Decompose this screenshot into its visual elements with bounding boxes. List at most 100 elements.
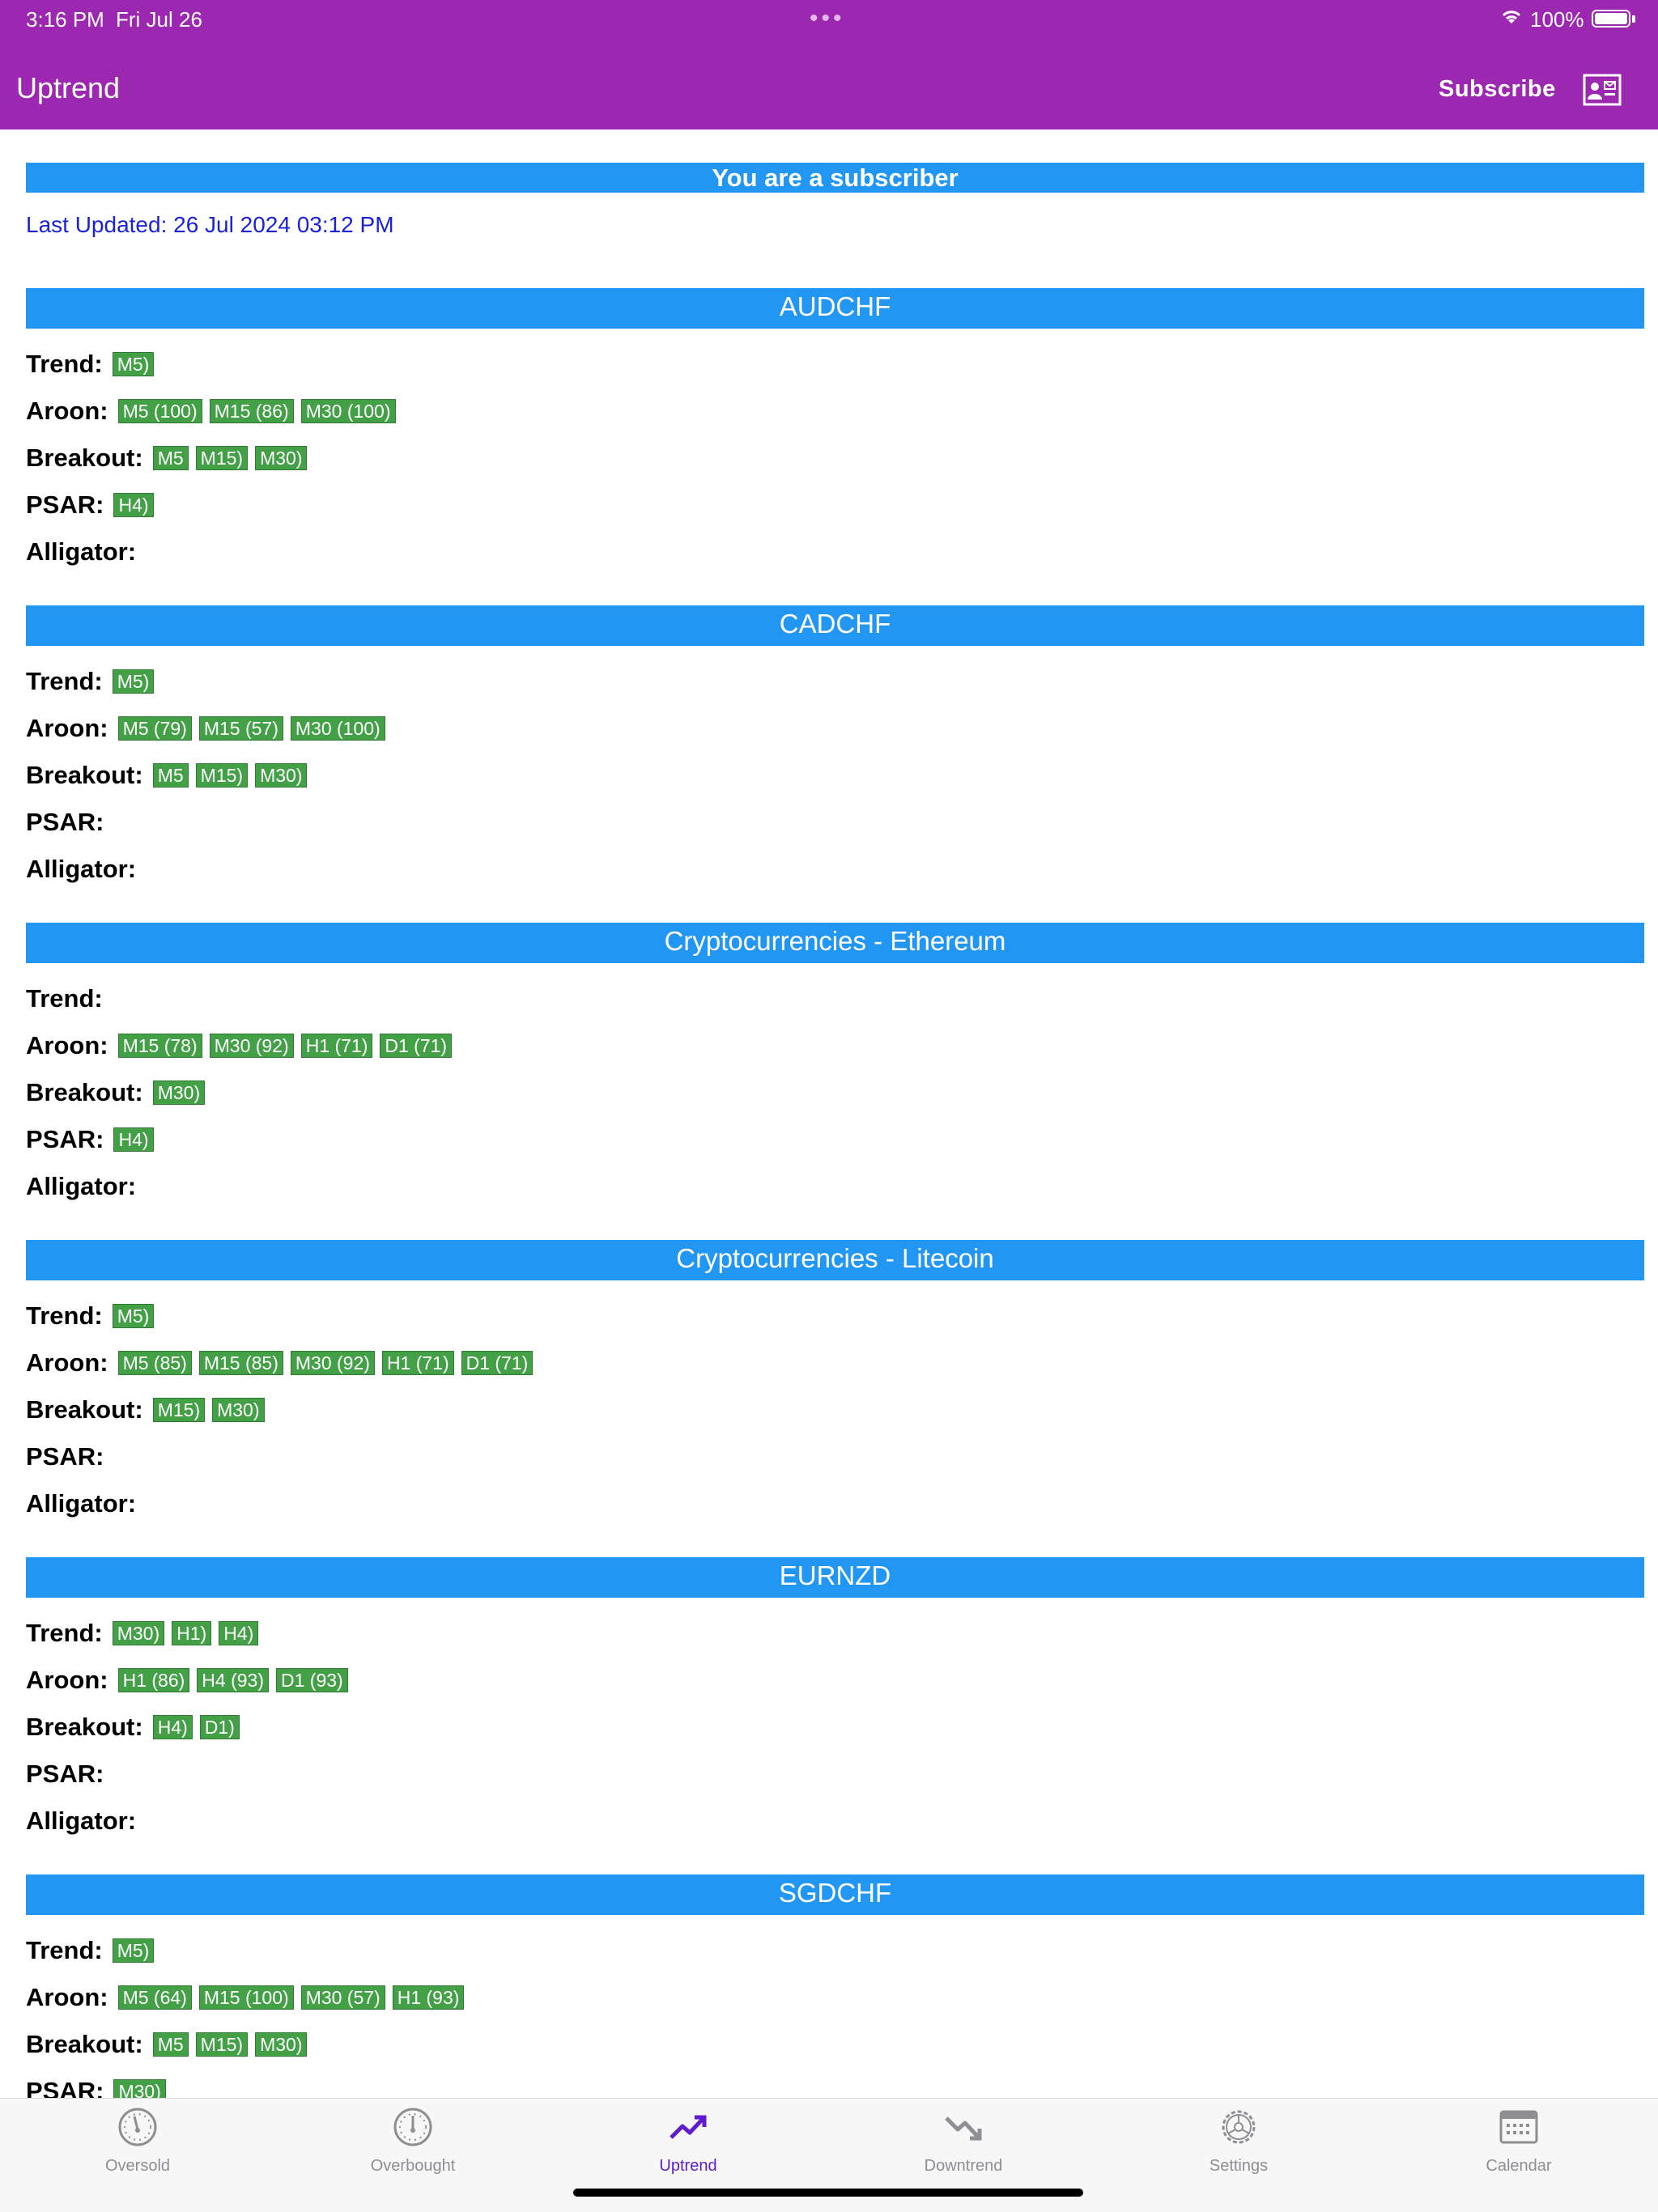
trend-label: Trend:	[26, 1301, 103, 1330]
tab-oversold[interactable]: Oversold	[0, 2099, 275, 2188]
timeframe-tag: H1)	[172, 1621, 212, 1645]
timeframe-tag: M30 (100)	[290, 716, 385, 741]
tab-label: Calendar	[1486, 2157, 1552, 2175]
timeframe-tag: M5)	[112, 1938, 155, 1963]
timeframe-tag: D1 (93)	[276, 1668, 348, 1692]
psar-row: PSAR: H4)	[26, 487, 161, 523]
psar-label: PSAR:	[26, 2077, 104, 2098]
tab-settings[interactable]: Settings	[1101, 2099, 1376, 2188]
tab-label: Oversold	[104, 2157, 171, 2175]
timeframe-tag: H4)	[113, 493, 154, 517]
breakout-row: Breakout: M5 M15) M30)	[26, 2027, 314, 2062]
tab-overbought[interactable]: Overbought	[275, 2099, 551, 2188]
timeframe-tag: M15)	[195, 2032, 249, 2057]
trend-row: Trend: M5)	[26, 664, 161, 699]
timeframe-tag: M15)	[195, 763, 249, 788]
timeframe-tag: M5 (64)	[117, 1985, 192, 2010]
instrument-section: CADCHF Trend: M5) Aroon: M5 (79) M15 (57) M30 …	[26, 605, 1644, 923]
tab-uptrend[interactable]: Uptrend	[551, 2099, 826, 2188]
instrument-section: Cryptocurrencies - Ethereum Trend: Aroon: M…	[26, 923, 1644, 1240]
timeframe-tag: M15 (85)	[198, 1351, 283, 1375]
trending-down-icon	[945, 2116, 982, 2141]
contact-card-icon[interactable]	[1583, 74, 1622, 106]
tab-calendar[interactable]: Calendar	[1381, 2099, 1656, 2188]
status-time: 3:16 PM	[26, 7, 104, 32]
timeframe-tag: D1 (71)	[461, 1351, 534, 1375]
timeframe-tag: M30)	[212, 1398, 265, 1422]
battery-nub	[1632, 15, 1635, 23]
aroon-row: Aroon: M5 (79) M15 (57) M30 (100)	[26, 711, 393, 746]
trending-up-icon	[670, 2115, 707, 2139]
timeframe-tag: M5)	[112, 1304, 155, 1328]
instrument-header: SGDCHF	[26, 1874, 1644, 1915]
instrument-section: SGDCHF Trend: M5) Aroon: M5 (64) M15 (100) M30…	[26, 1874, 1644, 2098]
instrument-header: Cryptocurrencies - Litecoin	[26, 1240, 1644, 1280]
trend-row: Trend: M30) H1) H4)	[26, 1615, 266, 1651]
subscribe-button[interactable]: Subscribe	[1439, 76, 1556, 103]
timeframe-tag: H4)	[113, 1127, 154, 1152]
timeframe-tag: M30)	[113, 2079, 166, 2098]
psar-row: PSAR: H4)	[26, 1122, 161, 1157]
timeframe-tag: M30)	[255, 446, 308, 470]
top-bar: 3:16 PM Fri Jul 26 ••• 100% Uptrend Subs…	[0, 0, 1658, 129]
timeframe-tag: H1 (71)	[300, 1034, 373, 1058]
timeframe-tag: M30)	[255, 763, 308, 788]
timeframe-tag: M30 (92)	[290, 1351, 375, 1375]
alligator-label: Alligator:	[26, 1172, 137, 1200]
tab-downtrend[interactable]: Downtrend	[826, 2099, 1101, 2188]
content-scroll[interactable]: You are a subscriber Last Updated: 26 Ju…	[0, 129, 1658, 2098]
instrument-section: EURNZD Trend: M30) H1) H4) Aroon: H1 (86) H4 (9…	[26, 1557, 1644, 1874]
trend-label: Trend:	[26, 1619, 103, 1647]
instrument-section: Cryptocurrencies - Litecoin Trend: M5) Aroo…	[26, 1240, 1644, 1557]
psar-label: PSAR:	[26, 1125, 104, 1153]
breakout-label: Breakout:	[26, 444, 143, 472]
home-indicator[interactable]	[573, 2189, 1083, 2197]
timeframe-tag: M30 (57)	[300, 1985, 385, 2010]
last-updated-text: Last Updated: 26 Jul 2024 03:12 PM	[26, 212, 394, 237]
timeframe-tag: M5 (100)	[117, 399, 202, 423]
psar-label: PSAR:	[26, 490, 104, 519]
status-date: Fri Jul 26	[116, 7, 202, 32]
psar-label: PSAR:	[26, 808, 104, 836]
aroon-label: Aroon:	[26, 714, 108, 742]
aroon-label: Aroon:	[26, 1666, 108, 1694]
multitasking-dots-icon[interactable]: •••	[810, 5, 845, 32]
alligator-label: Alligator:	[26, 1807, 137, 1835]
trend-row: Trend: M5)	[26, 1933, 161, 1968]
breakout-label: Breakout:	[26, 761, 143, 789]
timeframe-tag: M30 (92)	[209, 1034, 294, 1058]
aroon-row: Aroon: M15 (78) M30 (92) H1 (71) D1 (71)	[26, 1028, 459, 1064]
alligator-row: Alligator:	[26, 851, 146, 887]
timeframe-tag: M15 (57)	[198, 716, 283, 741]
timeframe-tag: M30)	[112, 1621, 165, 1645]
timeframe-tag: H4)	[152, 1715, 193, 1739]
instrument-header: EURNZD	[26, 1557, 1644, 1598]
breakout-label: Breakout:	[26, 2030, 143, 2058]
aroon-row: Aroon: M5 (64) M15 (100) M30 (57) H1 (93)	[26, 1980, 471, 2015]
timeframe-tag: M5)	[112, 352, 155, 376]
battery-percent: 100%	[1530, 7, 1584, 32]
breakout-label: Breakout:	[26, 1078, 143, 1106]
instrument-section: AUDCHF Trend: M5) Aroon: M5 (100) M15 (86) M30…	[26, 288, 1644, 605]
timeframe-tag: M30)	[152, 1081, 206, 1105]
aroon-row: Aroon: H1 (86) H4 (93) D1 (93)	[26, 1662, 355, 1698]
psar-row: PSAR:	[26, 1756, 113, 1792]
breakout-row: Breakout: M5 M15) M30)	[26, 758, 314, 793]
timeframe-tag: M15 (100)	[198, 1985, 294, 2010]
trend-label: Trend:	[26, 984, 103, 1013]
trend-row: Trend:	[26, 981, 113, 1017]
trend-label: Trend:	[26, 350, 103, 378]
timeframe-tag: M15 (78)	[117, 1034, 202, 1058]
subscriber-banner: You are a subscriber	[26, 163, 1644, 193]
psar-row: PSAR:	[26, 805, 113, 840]
breakout-row: Breakout: M30)	[26, 1075, 212, 1110]
alligator-label: Alligator:	[26, 537, 137, 566]
aroon-row: Aroon: M5 (85) M15 (85) M30 (92) H1 (71) D1 (…	[26, 1345, 540, 1381]
trend-row: Trend: M5)	[26, 1298, 161, 1334]
psar-row: PSAR: M30)	[26, 2074, 173, 2098]
psar-label: PSAR:	[26, 1442, 104, 1471]
aroon-label: Aroon:	[26, 1348, 108, 1377]
timeframe-tag: H1 (86)	[117, 1668, 190, 1692]
timeframe-tag: D1 (71)	[380, 1034, 453, 1058]
timeframe-tag: M15)	[195, 446, 249, 470]
